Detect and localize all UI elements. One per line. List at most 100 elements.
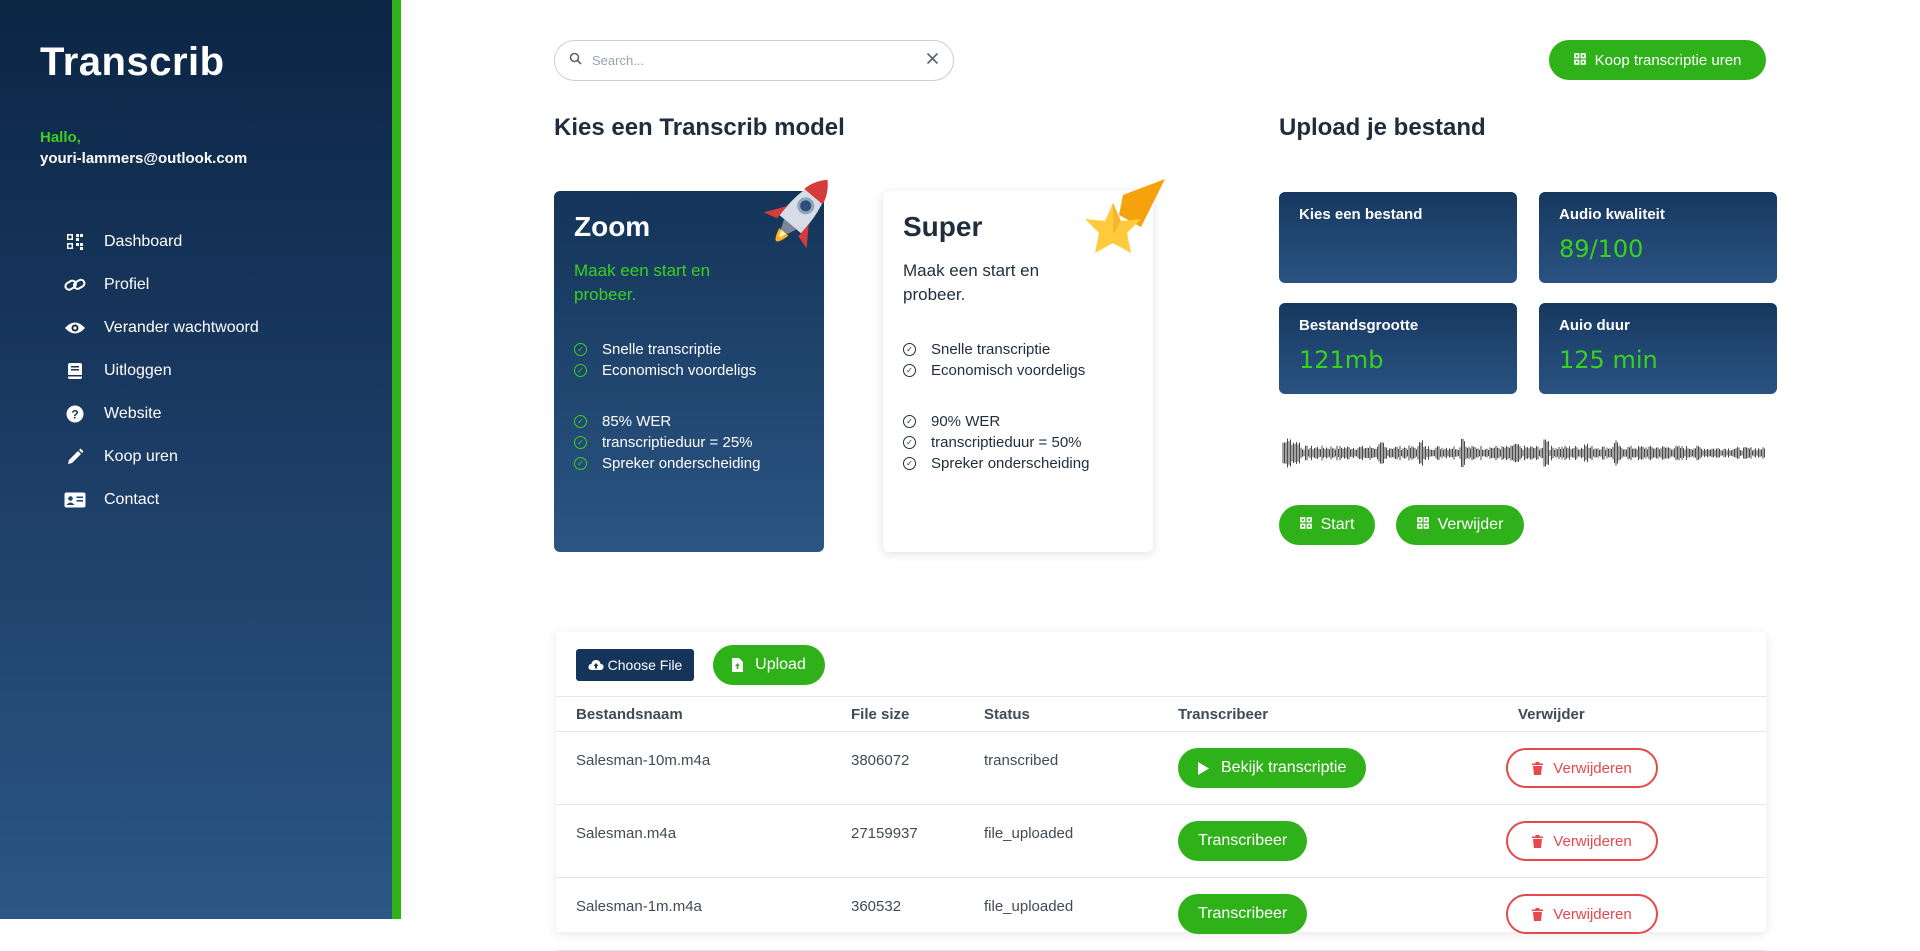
search-input[interactable] xyxy=(592,53,926,68)
sidebar-item-label: Website xyxy=(104,404,162,422)
file-size: 3806072 xyxy=(851,752,910,769)
check-icon: ✓ xyxy=(903,364,916,377)
sidebar-item-verander-wachtwoord[interactable]: Verander wachtwoord xyxy=(64,306,259,349)
search-bar xyxy=(554,40,954,81)
table-header: Bestandsnaam File size Status Transcribe… xyxy=(556,696,1766,732)
upload-title: Upload je bestand xyxy=(1279,114,1486,141)
pencil-icon xyxy=(64,446,86,468)
rocket-icon xyxy=(748,165,848,270)
view-transcript-button[interactable]: Bekijk transcriptie xyxy=(1178,748,1367,788)
choose-file-card[interactable]: Kies een bestand xyxy=(1279,192,1517,283)
file-status: transcribed xyxy=(984,752,1059,769)
check-icon: ✓ xyxy=(903,415,916,428)
sidebar-item-label: Verander wachtwoord xyxy=(104,318,259,336)
transcribe-button[interactable]: Transcribeer xyxy=(1178,821,1308,861)
sidebar-item-label: Profiel xyxy=(104,275,150,293)
file-size: 27159937 xyxy=(851,825,918,842)
start-label: Start xyxy=(1320,516,1355,533)
feature-item: ✓ 90% WER xyxy=(903,411,1133,432)
stat-label: Kies een bestand xyxy=(1299,206,1423,223)
stat-label: Auio duur xyxy=(1559,317,1630,334)
delete-button[interactable]: Verwijderen xyxy=(1506,894,1658,934)
sidebar-item-contact[interactable]: Contact xyxy=(64,478,259,521)
file-name: Salesman.m4a xyxy=(576,825,677,842)
column-header: Bestandsnaam xyxy=(576,706,683,723)
sidebar-item-uitloggen[interactable]: Uitloggen xyxy=(64,349,259,392)
sidebar-item-koop-uren[interactable]: Koop uren xyxy=(64,435,259,478)
stat-value: 125 min xyxy=(1559,346,1658,374)
delete-button[interactable]: Verwijderen xyxy=(1506,821,1658,861)
feature-item: ✓ Snelle transcriptie xyxy=(903,339,1133,360)
files-panel: Choose File Upload Bestandsnaam File siz… xyxy=(556,632,1766,951)
stat-value: 121mb xyxy=(1299,346,1384,374)
remove-label: Verwijder xyxy=(1437,516,1504,533)
buy-hours-button[interactable]: Koop transcriptie uren xyxy=(1549,40,1766,80)
sidebar-nav: Dashboard Profiel Verander wachtwoord Ui… xyxy=(64,220,259,521)
help-icon: ? xyxy=(64,403,86,425)
file-size-card: Bestandsgrootte 121mb xyxy=(1279,303,1517,394)
star-icon xyxy=(1083,175,1169,266)
clear-search-icon[interactable] xyxy=(926,52,939,70)
sidebar-item-website[interactable]: ? Website xyxy=(64,392,259,435)
delete-button[interactable]: Verwijderen xyxy=(1506,748,1658,788)
file-status: file_uploaded xyxy=(984,825,1074,842)
check-icon: ✓ xyxy=(574,457,587,470)
sidebar: Transcrib Hallo, youri-lammers@outlook.c… xyxy=(0,0,392,919)
stat-value: 89/100 xyxy=(1559,235,1644,263)
models-title: Kies een Transcrib model xyxy=(554,114,845,141)
play-icon xyxy=(1198,761,1209,775)
sidebar-item-label: Contact xyxy=(104,490,160,508)
start-button[interactable]: Start xyxy=(1279,505,1375,545)
trash-icon xyxy=(1532,834,1544,848)
transcribe-button[interactable]: Transcribeer xyxy=(1178,894,1308,934)
feature-item: ✓ transcriptieduur = 25% xyxy=(574,432,804,453)
check-icon: ✓ xyxy=(903,457,916,470)
choose-file-button[interactable]: Choose File xyxy=(576,649,694,681)
choose-file-label: Choose File xyxy=(607,657,683,673)
upload-label: Upload xyxy=(755,656,806,673)
model-tagline: Maak een start en probeer. xyxy=(903,261,1040,304)
column-header: File size xyxy=(851,706,910,723)
feature-item: ✓ Spreker onderscheiding xyxy=(903,453,1133,474)
stat-label: Audio kwaliteit xyxy=(1559,206,1665,223)
check-icon: ✓ xyxy=(903,436,916,449)
grid-icon xyxy=(1573,52,1586,69)
audio-duration-card: Auio duur 125 min xyxy=(1539,303,1777,394)
file-name: Salesman-10m.m4a xyxy=(576,752,711,769)
table-row: Salesman.m4a 27159937 file_uploaded Tran… xyxy=(556,805,1766,878)
sidebar-item-label: Uitloggen xyxy=(104,361,172,379)
eye-icon xyxy=(64,317,86,339)
user-email: youri-lammers@outlook.com xyxy=(40,150,248,167)
file-name: Salesman-1m.m4a xyxy=(576,898,702,915)
remove-button[interactable]: Verwijder xyxy=(1396,505,1524,545)
check-icon: ✓ xyxy=(574,436,587,449)
grid-icon xyxy=(1416,516,1429,534)
check-icon: ✓ xyxy=(574,343,587,356)
feature-item: ✓ Spreker onderscheiding xyxy=(574,453,804,474)
feature-item: ✓ Snelle transcriptie xyxy=(574,339,804,360)
file-size: 360532 xyxy=(851,898,902,915)
brand-logo: Transcrib xyxy=(40,40,225,84)
sidebar-item-profiel[interactable]: Profiel xyxy=(64,263,259,306)
sidebar-accent-bar xyxy=(392,0,401,919)
sidebar-item-label: Koop uren xyxy=(104,447,178,465)
check-icon: ✓ xyxy=(574,364,587,377)
feature-item: ✓ 85% WER xyxy=(574,411,804,432)
table-row: Salesman-10m.m4a 3806072 transcribed Bek… xyxy=(556,732,1766,805)
file-status: file_uploaded xyxy=(984,898,1074,915)
trash-icon xyxy=(1532,761,1544,775)
link-icon xyxy=(64,274,86,296)
stat-label: Bestandsgrootte xyxy=(1299,317,1419,334)
feature-item: ✓ Economisch voordeligs xyxy=(903,360,1133,381)
column-header: Status xyxy=(984,706,1030,723)
upload-button[interactable]: Upload xyxy=(713,645,825,685)
sidebar-item-dashboard[interactable]: Dashboard xyxy=(64,220,259,263)
file-icon xyxy=(732,658,744,672)
column-header: Transcribeer xyxy=(1178,706,1269,723)
audio-waveform xyxy=(1282,438,1765,468)
contact-card-icon xyxy=(64,489,86,511)
svg-text:?: ? xyxy=(71,407,78,421)
sidebar-item-label: Dashboard xyxy=(104,232,183,250)
feature-item: ✓ Economisch voordeligs xyxy=(574,360,804,381)
check-icon: ✓ xyxy=(903,343,916,356)
